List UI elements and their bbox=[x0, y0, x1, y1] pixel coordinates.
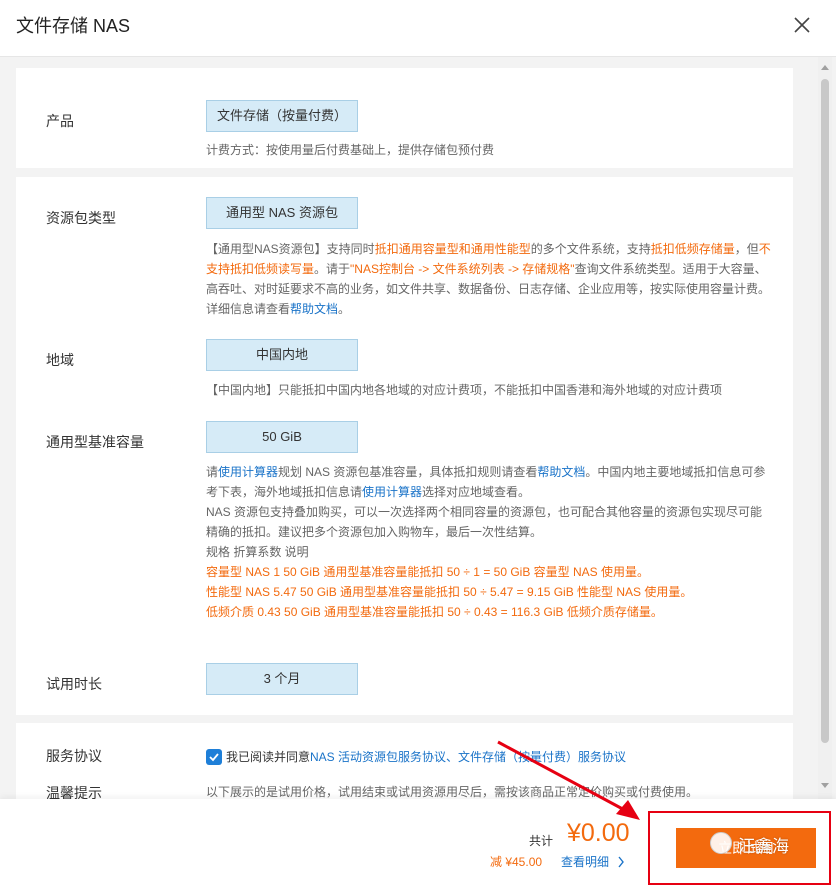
capacity-label: 通用型基准容量 bbox=[46, 434, 144, 450]
product-note: 计费方式：按使用量后付费基础上，提供存储包预付费 bbox=[206, 143, 495, 157]
product-card: 产品 文件存储（按量付费） 计费方式：按使用量后付费基础上，提供存储包预付费 bbox=[16, 68, 793, 168]
scrollbar-thumb[interactable] bbox=[821, 79, 829, 743]
discount-text: 减 ¥45.00 bbox=[490, 855, 543, 869]
close-icon[interactable] bbox=[789, 12, 815, 38]
help-doc-link[interactable]: 帮助文档 bbox=[290, 302, 338, 316]
trial-label: 试用时长 bbox=[46, 676, 102, 692]
tips-text: 以下展示的是试用价格，试用结束或试用资源用尽后，需按该商品正常定价购买或付费使用… bbox=[206, 785, 699, 799]
dialog-header: 文件存储 NAS bbox=[0, 0, 836, 57]
calculator-link[interactable]: 使用计算器 bbox=[218, 465, 278, 479]
deduction-table-header: 规格 折算系数 说明 bbox=[206, 545, 309, 559]
total-price: ¥0.00 bbox=[567, 819, 630, 847]
deduction-row: 容量型 NAS 1 50 GiB 通用型基准容量能抵扣 50 ÷ 1 = 50 … bbox=[206, 565, 650, 579]
agreement-checkbox[interactable] bbox=[206, 749, 222, 765]
stacking-note: NAS 资源包支持叠加购买，可以一次选择两个相同容量的资源包，也可配合其他容量的… bbox=[206, 505, 763, 539]
product-option[interactable]: 文件存储（按量付费） bbox=[206, 100, 358, 132]
dialog-body: 产品 文件存储（按量付费） 计费方式：按使用量后付费基础上，提供存储包预付费 资… bbox=[0, 57, 836, 799]
chevron-right-icon[interactable] bbox=[617, 855, 625, 873]
scroll-up-icon[interactable] bbox=[821, 65, 829, 70]
agreement-label: 服务协议 bbox=[46, 748, 102, 764]
capacity-option[interactable]: 50 GiB bbox=[206, 421, 358, 453]
view-detail-link[interactable]: 查看明细 bbox=[561, 853, 609, 870]
package-type-desc: 【通用型NAS资源包】支持同时抵扣通用容量型和通用性能型的多个文件系统，支持抵扣… bbox=[206, 242, 771, 316]
dialog-title: 文件存储 NAS bbox=[16, 16, 131, 36]
watermark-text: 汪鑫海 bbox=[738, 837, 789, 856]
tips-label: 温馨提示 bbox=[46, 785, 102, 799]
wechat-icon bbox=[710, 832, 732, 854]
config-card: 资源包类型 通用型 NAS 资源包 【通用型NAS资源包】支持同时抵扣通用容量型… bbox=[16, 177, 793, 715]
deduction-row: 低频介质 0.43 50 GiB 通用型基准容量能抵扣 50 ÷ 0.43 = … bbox=[206, 605, 663, 619]
capacity-desc: 请使用计算器规划 NAS 资源包基准容量，具体抵扣规则请查看帮助文档。中国内地主… bbox=[206, 465, 766, 499]
region-option[interactable]: 中国内地 bbox=[206, 339, 358, 371]
vertical-scrollbar[interactable] bbox=[818, 57, 832, 799]
package-type-option[interactable]: 通用型 NAS 资源包 bbox=[206, 197, 358, 229]
region-note: 【中国内地】只能抵扣中国内地各地域的对应计费项，不能抵扣中国香港和海外地域的对应… bbox=[206, 383, 723, 397]
help-doc-link[interactable]: 帮助文档 bbox=[537, 465, 585, 479]
total-label: 共计 bbox=[529, 834, 554, 848]
agreement-link[interactable]: NAS 活动资源包服务协议、文件存储（按量付费）服务协议 bbox=[310, 750, 626, 764]
deduction-row: 性能型 NAS 5.47 50 GiB 通用型基准容量能抵扣 50 ÷ 5.47… bbox=[206, 585, 693, 599]
agreement-text: 我已阅读并同意NAS 活动资源包服务协议、文件存储（按量付费）服务协议 bbox=[226, 750, 627, 764]
calculator-link[interactable]: 使用计算器 bbox=[362, 485, 422, 499]
watermark: 汪鑫海 bbox=[706, 830, 816, 858]
trial-option[interactable]: 3 个月 bbox=[206, 663, 358, 695]
scroll-down-icon[interactable] bbox=[821, 783, 829, 788]
package-type-label: 资源包类型 bbox=[46, 210, 116, 226]
product-label: 产品 bbox=[46, 113, 74, 129]
region-label: 地域 bbox=[46, 352, 74, 368]
